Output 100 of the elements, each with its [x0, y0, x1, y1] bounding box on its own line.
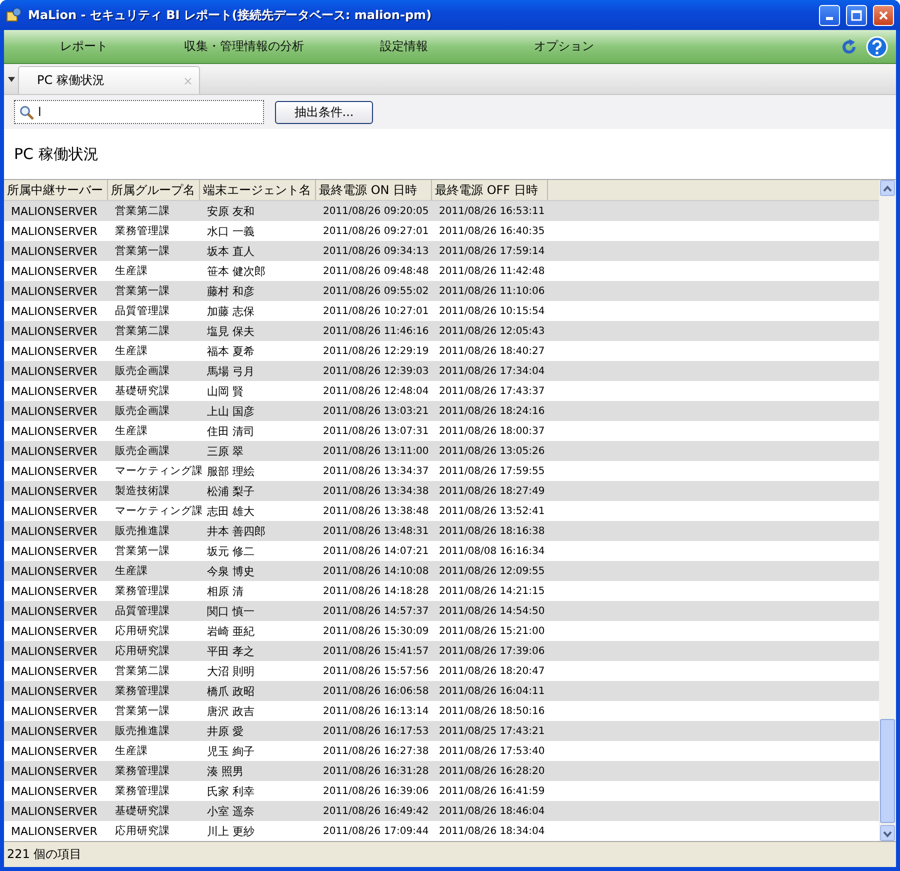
report-heading: PC 稼働状況 [14, 144, 98, 164]
table-cell: 販売企画課 [115, 445, 170, 457]
search-box[interactable]: l [14, 100, 264, 124]
table-cell: MALIONSERVER [11, 344, 98, 358]
table-cell: 松浦 梨子 [207, 484, 254, 498]
table-cell: 今泉 博史 [207, 564, 254, 578]
table-cell: 2011/08/26 18:27:49 [439, 486, 545, 496]
table-cell: 2011/08/26 16:04:11 [439, 686, 545, 696]
menu-item[interactable]: オプション [484, 38, 644, 55]
table-cell: 2011/08/26 17:34:04 [439, 366, 545, 376]
table-cell: 2011/08/26 17:59:14 [439, 246, 545, 256]
table-cell: 2011/08/26 10:15:54 [439, 306, 545, 316]
maximize-button[interactable] [846, 4, 867, 26]
table-cell: 製造技術課 [115, 485, 170, 497]
scrollbar-thumb[interactable] [880, 719, 895, 823]
table-cell: 井原 愛 [207, 724, 244, 738]
table-cell: 2011/08/26 18:00:37 [439, 426, 545, 436]
table-cell: 2011/08/26 16:28:20 [439, 766, 545, 776]
table-cell: MALIONSERVER [11, 664, 98, 678]
column-header[interactable]: 最終電源 ON 日時 [316, 180, 432, 200]
table-cell: 基礎研究課 [115, 805, 170, 817]
table-cell: MALIONSERVER [11, 384, 98, 398]
tab[interactable]: PC 稼働状況 × [18, 66, 200, 94]
scroll-up-button[interactable] [880, 180, 895, 196]
table-cell: 営業第一課 [115, 705, 170, 717]
table-cell: 2011/08/26 12:29:19 [323, 346, 429, 356]
table-cell: 2011/08/26 18:46:04 [439, 806, 545, 816]
dropdown-icon[interactable] [8, 76, 14, 82]
table-cell: 岩崎 亜紀 [207, 624, 254, 638]
table-cell: MALIONSERVER [11, 484, 98, 498]
filter-conditions-button[interactable]: 抽出条件... [275, 100, 373, 124]
table-cell: MALIONSERVER [11, 744, 98, 758]
column-header[interactable]: 端末エージェント名 [200, 180, 316, 200]
table-cell: 唐沢 政吉 [207, 704, 254, 718]
table-cell: MALIONSERVER [11, 364, 98, 378]
item-count: 221 個の項目 [7, 846, 82, 863]
column-header[interactable]: 所属中継サーバー [4, 180, 108, 200]
maximize-icon [851, 10, 862, 20]
menu-item[interactable]: レポート [4, 38, 164, 55]
table-cell: MALIONSERVER [11, 204, 98, 218]
table-cell: 水口 一義 [207, 224, 254, 238]
table-cell: 品質管理課 [115, 605, 170, 617]
table-cell: 2011/08/26 16:27:38 [323, 746, 429, 756]
table-cell: 服部 理絵 [207, 464, 254, 478]
table-cell: 2011/08/26 16:49:42 [323, 806, 429, 816]
table-cell: 坂元 修二 [207, 544, 254, 558]
table-cell: 児玉 絢子 [207, 744, 254, 758]
table-cell: 2011/08/26 09:20:05 [323, 206, 429, 216]
table-cell: MALIONSERVER [11, 804, 98, 818]
table-cell: 業務管理課 [115, 685, 170, 697]
table-cell: MALIONSERVER [11, 584, 98, 598]
table-cell: 業務管理課 [115, 225, 170, 237]
refresh-icon[interactable] [840, 38, 858, 56]
table-cell: 橋爪 政昭 [207, 684, 254, 698]
table-cell: 三原 翠 [207, 444, 244, 458]
table-cell: 品質管理課 [115, 305, 170, 317]
minimize-icon [826, 17, 833, 20]
table-cell: MALIONSERVER [11, 444, 98, 458]
minimize-button[interactable] [819, 4, 840, 26]
table-cell: 基礎研究課 [115, 385, 170, 397]
table-cell: 志田 雄大 [207, 504, 254, 518]
table-cell: 生産課 [115, 265, 148, 277]
table-cell: 2011/08/26 16:40:35 [439, 226, 545, 236]
table-cell: 販売企画課 [115, 405, 170, 417]
table-cell: 営業第二課 [115, 205, 170, 217]
help-icon[interactable] [866, 36, 888, 58]
menu-item[interactable]: 収集・管理情報の分析 [164, 38, 324, 55]
column-header[interactable]: 最終電源 OFF 日時 [432, 180, 548, 200]
table-cell: 2011/08/26 13:07:31 [323, 426, 429, 436]
table-cell: 生産課 [115, 345, 148, 357]
scroll-down-button[interactable] [880, 825, 895, 841]
table-cell: MALIONSERVER [11, 724, 98, 738]
table-cell: MALIONSERVER [11, 784, 98, 798]
table-cell: 2011/08/26 17:59:55 [439, 466, 545, 476]
table-cell: 2011/08/26 14:57:37 [323, 606, 429, 616]
table-cell: 2011/08/26 09:34:13 [323, 246, 429, 256]
table-cell: 氏家 利幸 [207, 784, 254, 798]
table-cell: 2011/08/26 12:39:03 [323, 366, 429, 376]
table-cell: 山岡 賢 [207, 384, 244, 398]
table-cell: 2011/08/26 12:09:55 [439, 566, 545, 576]
table-cell: 2011/08/26 16:39:06 [323, 786, 429, 796]
column-header[interactable]: 所属グループ名 [108, 180, 200, 200]
table-cell: 2011/08/26 13:48:31 [323, 526, 429, 536]
menu-item[interactable]: 設定情報 [324, 38, 484, 55]
table-cell: 加藤 志保 [207, 304, 254, 318]
table-cell: 安原 友和 [207, 204, 254, 218]
table-cell: 2011/08/26 11:42:48 [439, 266, 545, 276]
close-button[interactable] [873, 4, 894, 26]
table-cell: 藤村 和彦 [207, 284, 254, 298]
table-cell: マーケティング課 [115, 505, 203, 517]
table-cell: 住田 清司 [207, 424, 254, 438]
table-cell: マーケティング課 [115, 465, 203, 477]
table-cell: 笹本 健次郎 [207, 264, 266, 278]
table-cell: 福本 夏希 [207, 344, 254, 358]
table-cell: 応用研究課 [115, 645, 170, 657]
table-cell: MALIONSERVER [11, 684, 98, 698]
table-cell: 2011/08/26 17:53:40 [439, 746, 545, 756]
table-cell: 2011/08/26 16:13:14 [323, 706, 429, 716]
table-cell: 2011/08/26 18:40:27 [439, 346, 545, 356]
table-cell: 応用研究課 [115, 825, 170, 837]
